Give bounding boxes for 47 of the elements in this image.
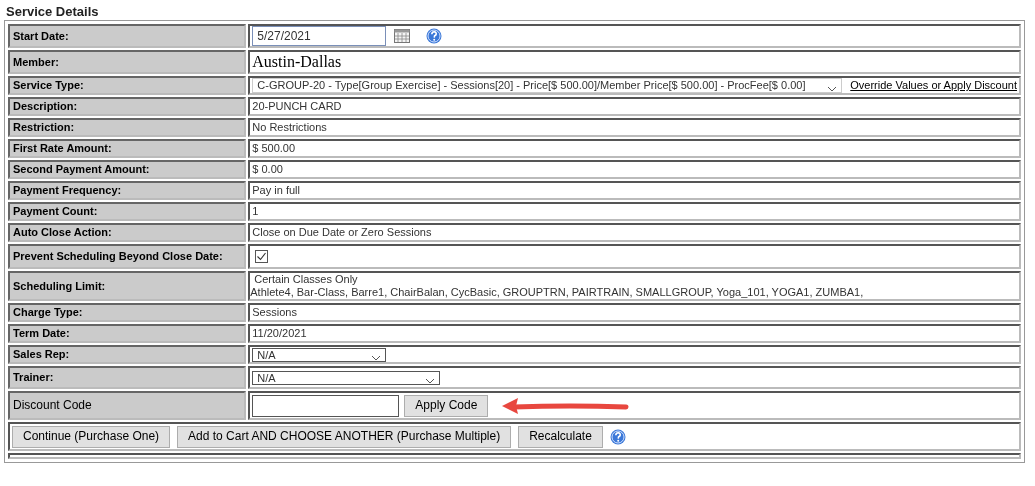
field-value: No Restrictions	[252, 121, 327, 133]
field-label: First Rate Amount:	[8, 139, 247, 158]
help-icon[interactable]	[426, 28, 443, 44]
field-label: Discount Code	[8, 391, 247, 420]
dropdown-caret-icon	[827, 86, 838, 92]
section-title: Service Details	[5, 3, 100, 20]
field-value: Pay in full	[252, 184, 300, 196]
dropdown-caret-icon	[371, 354, 382, 361]
member-name: Austin-Dallas	[252, 52, 342, 70]
dropdown-select[interactable]: N/A	[252, 370, 441, 385]
action-button[interactable]: Add to Cart AND CHOOSE ANOTHER (Purchase Multiple)	[177, 425, 512, 448]
field-value: 1	[252, 205, 259, 217]
override-values-link[interactable]: Override Values or Apply Discount	[850, 79, 1017, 92]
field-label: Trainer:	[8, 366, 247, 389]
field-label: Auto Close Action:	[8, 223, 247, 242]
field-label: Second Payment Amount:	[8, 160, 247, 179]
field-value: $ 0.00	[252, 163, 283, 175]
action-button[interactable]: Recalculate	[518, 425, 603, 448]
field-label: Restriction:	[8, 118, 247, 137]
field-value: Sessions	[252, 306, 297, 318]
dropdown-caret-icon	[425, 377, 436, 384]
scheduling-limit-text: Certain Classes Only	[253, 273, 359, 286]
field-label: Service Type:	[8, 76, 247, 95]
field-value: 20-PUNCH CARD	[252, 100, 342, 112]
field-label: Member:	[8, 50, 247, 74]
field-label: Term Date:	[8, 324, 247, 343]
start-date-field[interactable]: 5/27/2021	[252, 26, 387, 46]
field-label: Charge Type:	[8, 303, 247, 322]
field-value: $ 500.00	[252, 142, 296, 154]
apply-code-button[interactable]: Apply Code	[404, 394, 489, 417]
scheduling-limit-text: Athlete4, Bar-Class, Barre1, ChairBalan, CycBasic, GROUPTRN, PAIRTRAIN, SMALLGROUP, Yoga_101, YOGA1, ZUMBA1,	[250, 286, 865, 299]
field-value: 11/20/2021	[252, 327, 307, 339]
action-button[interactable]: Continue (Purchase One)	[12, 425, 171, 448]
field-label: Payment Count:	[8, 202, 247, 221]
dropdown-select[interactable]: N/A	[252, 347, 387, 362]
discount-code-field[interactable]	[252, 394, 400, 417]
help-icon[interactable]	[609, 428, 626, 445]
field-label: Payment Frequency:	[8, 181, 247, 200]
service-type-select[interactable]: C-GROUP-20 - Type[Group Exercise] - Sessions[20] - Price[$ 500.00]/Member Price[$ 500.00] - ProcFee[$ 0.00]	[252, 78, 843, 93]
field-label: Description:	[8, 97, 247, 116]
prevent-scheduling-checkbox[interactable]	[255, 250, 269, 263]
field-value: Close on Due Date or Zero Sessions	[252, 226, 432, 238]
field-label: Scheduling Limit:	[8, 271, 247, 301]
field-label: Start Date:	[8, 24, 247, 48]
field-label: Sales Rep:	[8, 345, 247, 364]
calendar-icon[interactable]	[394, 29, 411, 43]
field-label: Prevent Scheduling Beyond Close Date:	[8, 244, 247, 269]
